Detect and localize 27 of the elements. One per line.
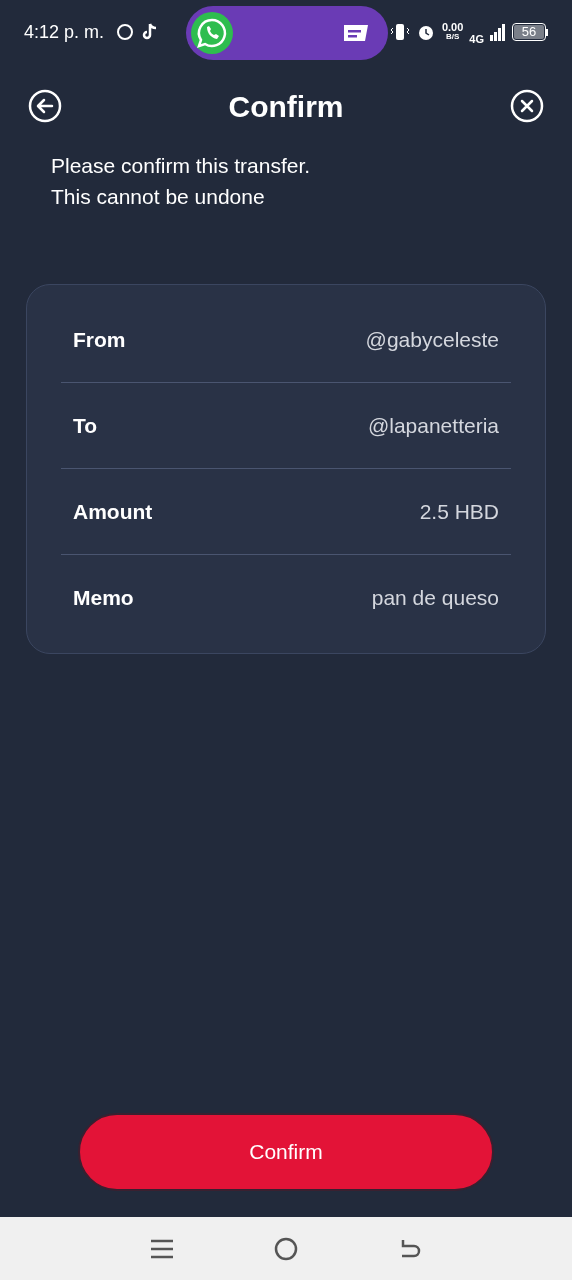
message-icon — [342, 23, 370, 43]
detail-value: @gabyceleste — [365, 326, 500, 353]
detail-value: 2.5 HBD — [419, 498, 500, 525]
menu-icon[interactable] — [150, 1237, 174, 1260]
back-button[interactable] — [28, 89, 62, 123]
page-title: Confirm — [228, 88, 344, 125]
home-icon[interactable] — [274, 1236, 298, 1261]
phone-bubble-icon — [190, 11, 234, 55]
note-icon — [142, 23, 159, 41]
detail-label: From — [72, 326, 126, 353]
detail-label: To — [72, 412, 98, 439]
speed-value: 0.00 — [441, 22, 464, 32]
speed-unit: B/S — [445, 32, 460, 42]
vibrate-icon — [389, 22, 410, 42]
signal-icon — [490, 23, 506, 41]
battery-icon: 56 — [512, 23, 548, 41]
detail-label: Memo — [72, 585, 134, 612]
notification-pill[interactable] — [186, 6, 388, 60]
close-button[interactable] — [510, 89, 544, 123]
message-text: This cannot be undone — [51, 184, 266, 210]
status-time: 4:12 p. m. — [24, 20, 105, 44]
confirm-button[interactable]: Confirm — [78, 1113, 494, 1191]
detail-value: pan de queso — [371, 585, 500, 612]
detail-label: Amount — [72, 498, 153, 525]
network-type: 4G — [469, 33, 484, 45]
message-text: Please confirm this transfer. — [51, 153, 312, 179]
detail-value: @lapanetteria — [367, 412, 500, 439]
